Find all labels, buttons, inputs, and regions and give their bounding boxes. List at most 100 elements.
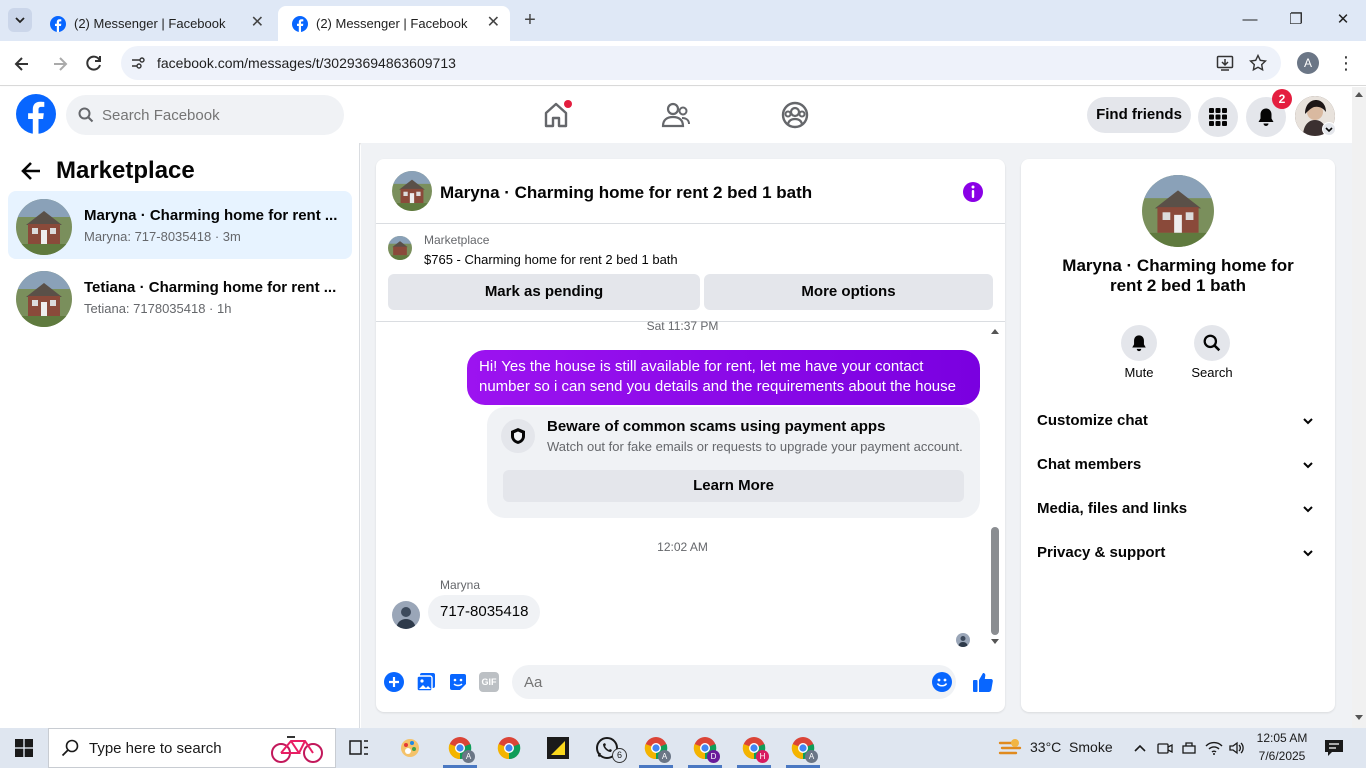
- profile-avatar[interactable]: A: [1297, 52, 1319, 74]
- reload-icon[interactable]: [84, 53, 104, 73]
- meet-now-icon[interactable]: [1157, 740, 1173, 756]
- tab-title: (2) Messenger | Facebook: [74, 16, 226, 31]
- new-tab-button[interactable]: +: [520, 10, 540, 30]
- page-scrollbar[interactable]: [1352, 87, 1366, 728]
- home-icon[interactable]: [540, 99, 572, 131]
- house-photo-icon: [1142, 175, 1214, 247]
- listing-avatar[interactable]: [1142, 175, 1214, 247]
- tab-search-button[interactable]: [8, 8, 32, 32]
- listing-thumbnail: [388, 236, 412, 260]
- task-view-icon[interactable]: [349, 738, 369, 758]
- address-bar[interactable]: facebook.com/messages/t/3029369486360971…: [121, 46, 1281, 80]
- outgoing-message-bubble[interactable]: Hi! Yes the house is still available for…: [467, 350, 980, 405]
- groups-icon[interactable]: [779, 99, 811, 131]
- marketplace-sidebar: Marketplace Maryna · Charming home for r…: [0, 143, 360, 728]
- minimize-icon[interactable]: —: [1240, 10, 1260, 30]
- listing-thumbnail: [16, 199, 72, 255]
- sender-avatar[interactable]: [392, 601, 420, 629]
- find-friends-button[interactable]: Find friends: [1087, 97, 1191, 133]
- chat-members-row[interactable]: Chat members: [1037, 445, 1319, 485]
- close-window-icon[interactable]: ✕: [1333, 10, 1353, 30]
- mute-button[interactable]: [1121, 325, 1157, 361]
- close-tab-icon[interactable]: ✕: [251, 15, 264, 31]
- media-files-links-row[interactable]: Media, files and links: [1037, 489, 1319, 529]
- menu-button[interactable]: [1198, 97, 1238, 137]
- chat-avatar[interactable]: [392, 171, 432, 211]
- facebook-search[interactable]: [66, 95, 344, 135]
- paint-app-icon[interactable]: [398, 736, 422, 760]
- restore-icon[interactable]: ❐: [1286, 10, 1306, 30]
- notification-badge: 2: [1272, 89, 1292, 109]
- facebook-logo[interactable]: [16, 94, 56, 134]
- listing-price-title[interactable]: $765 - Charming home for rent 2 bed 1 ba…: [424, 252, 678, 267]
- chevron-down-icon: [1303, 418, 1313, 425]
- chat-scrollbar[interactable]: [989, 324, 1001, 649]
- back-arrow-icon[interactable]: [20, 160, 42, 182]
- marketplace-listing-strip: Marketplace $765 - Charming home for ren…: [376, 224, 1005, 322]
- sticker-icon[interactable]: [448, 672, 468, 692]
- scrollbar-arrows-icon: [1355, 92, 1363, 720]
- info-icon[interactable]: [962, 181, 984, 203]
- browser-tab-2-active[interactable]: (2) Messenger | Facebook ✕: [278, 6, 510, 41]
- search-conversation-button[interactable]: [1194, 325, 1230, 361]
- network-icon[interactable]: [1181, 740, 1197, 756]
- thumbs-up-icon[interactable]: [972, 671, 994, 693]
- site-settings-icon[interactable]: [131, 56, 145, 70]
- chrome-icon[interactable]: [497, 736, 521, 760]
- conversation-item[interactable]: Maryna · Charming home for rent ... Mary…: [8, 191, 352, 259]
- browser-tab-1[interactable]: (2) Messenger | Facebook ✕: [36, 6, 274, 41]
- message-input[interactable]: [524, 673, 904, 691]
- plus-circle-icon[interactable]: [384, 672, 404, 692]
- read-receipt-avatar: [956, 633, 970, 647]
- mute-label: Mute: [1124, 365, 1154, 380]
- customize-chat-row[interactable]: Customize chat: [1037, 401, 1319, 441]
- message-input-wrap[interactable]: [512, 665, 956, 699]
- install-app-icon[interactable]: [1216, 54, 1234, 72]
- facebook-search-input[interactable]: [102, 106, 302, 124]
- shield-icon: [511, 428, 525, 444]
- sticky-notes-icon[interactable]: [546, 736, 570, 760]
- chevron-down-icon: [15, 17, 25, 24]
- notification-center-icon[interactable]: [1324, 739, 1344, 757]
- clock-date[interactable]: 7/6/2025: [1256, 749, 1308, 763]
- scam-warning-title: Beware of common scams using payment app…: [547, 418, 886, 435]
- volume-icon[interactable]: [1228, 740, 1246, 756]
- forward-arrow-icon[interactable]: [50, 54, 70, 74]
- panel-title: Maryna · Charming home for rent 2 bed 1 …: [1062, 256, 1294, 295]
- gif-icon[interactable]: GIF: [479, 672, 499, 692]
- search-label: Search: [1191, 365, 1233, 380]
- chat-title[interactable]: Maryna · Charming home for rent 2 bed 1 …: [440, 183, 812, 203]
- clock-time[interactable]: 12:05 AM: [1256, 731, 1308, 745]
- section-label: Chat members: [1037, 456, 1142, 473]
- account-dropdown[interactable]: [1322, 122, 1336, 136]
- conversation-item[interactable]: Tetiana · Charming home for rent ... Tet…: [8, 263, 352, 331]
- weather-smoke-icon[interactable]: [998, 737, 1022, 759]
- emoji-icon[interactable]: [932, 672, 952, 692]
- bookmark-star-icon[interactable]: [1249, 54, 1267, 72]
- windows-taskbar: Type here to search A 6 A D H A 33°C Smo…: [0, 728, 1366, 768]
- avatar-photo-icon: [956, 633, 970, 647]
- photo-attach-icon[interactable]: [416, 672, 436, 692]
- bicycle-icon: [271, 736, 323, 763]
- incoming-message-bubble[interactable]: 717-8035418: [428, 595, 541, 629]
- privacy-support-row[interactable]: Privacy & support: [1037, 533, 1319, 573]
- bell-icon: [1258, 108, 1274, 126]
- close-tab-icon[interactable]: ✕: [487, 15, 500, 31]
- taskbar-search[interactable]: Type here to search: [48, 728, 336, 768]
- back-arrow-icon[interactable]: [12, 54, 32, 74]
- wifi-icon[interactable]: [1205, 740, 1223, 756]
- grid-menu-icon: [1209, 108, 1227, 126]
- windows-start-icon[interactable]: [15, 739, 33, 757]
- chevron-up-icon[interactable]: [1133, 742, 1147, 754]
- more-options-button[interactable]: More options: [704, 274, 993, 310]
- more-menu-icon[interactable]: ⋮: [1337, 51, 1355, 75]
- learn-more-button[interactable]: Learn More: [503, 470, 964, 502]
- section-label: Media, files and links: [1037, 500, 1188, 517]
- mark-as-pending-button[interactable]: Mark as pending: [388, 274, 700, 310]
- taskbar-search-text: Type here to search: [89, 739, 222, 757]
- avatar-photo-icon: [392, 601, 420, 629]
- weather-text[interactable]: 33°C Smoke: [1030, 739, 1113, 755]
- friends-icon[interactable]: [660, 99, 692, 131]
- chevron-down-icon: [1303, 550, 1313, 557]
- chevron-down-icon: [1303, 462, 1313, 469]
